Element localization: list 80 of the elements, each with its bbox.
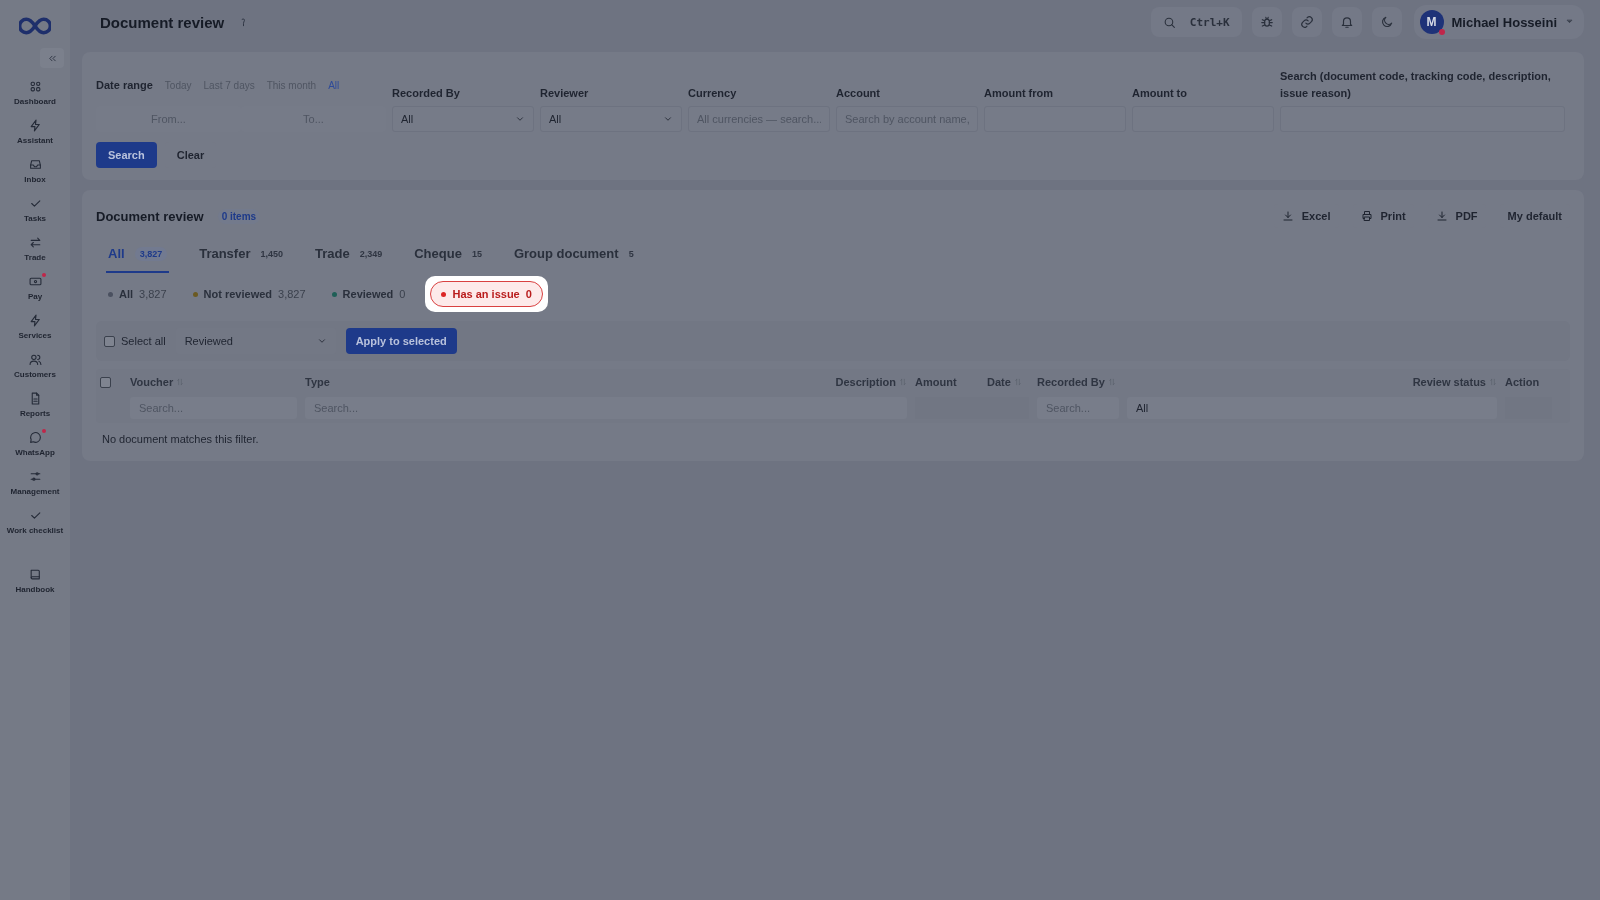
chevron-down-icon (663, 114, 673, 124)
arrows-icon (28, 236, 42, 249)
column-header[interactable]: Review status (1123, 376, 1501, 388)
lightning-icon (28, 314, 42, 327)
user-menu[interactable]: M Michael Hosseini (1413, 5, 1584, 39)
search-icon (1162, 15, 1176, 29)
link-icon (1299, 15, 1314, 29)
sidebar-item[interactable]: Assistant (2, 115, 68, 149)
sidebar-item[interactable]: Tasks (2, 193, 68, 227)
sidebar-item[interactable]: Inbox (2, 154, 68, 188)
moon-icon (1379, 15, 1394, 29)
tab[interactable]: Group document 5 (511, 240, 636, 273)
column-header[interactable]: Type (301, 376, 811, 388)
banknote-icon (28, 275, 42, 288)
search-button[interactable]: Search (96, 142, 157, 168)
printer-icon (1360, 210, 1373, 222)
select-all-checkbox[interactable]: Select all (104, 335, 166, 347)
field-label: Recorded By (392, 86, 461, 101)
tab[interactable]: Trade 2,349 (313, 240, 385, 273)
checkbox[interactable] (100, 376, 111, 388)
sidebar-item[interactable]: Services (2, 310, 68, 344)
sidebar-item[interactable]: Trade (2, 232, 68, 266)
field-label: Amount to (1132, 86, 1188, 101)
moon-button[interactable] (1371, 7, 1402, 37)
bug-icon (1259, 15, 1274, 29)
field-label: Currency (688, 86, 738, 101)
check-icon (28, 509, 42, 522)
tab[interactable]: Transfer 1,450 (197, 240, 285, 273)
collapse-icon[interactable] (40, 48, 64, 68)
chevron-down-icon (515, 114, 525, 124)
check-icon (28, 197, 42, 210)
column-header[interactable]: Date (983, 376, 1033, 388)
sidebar-item[interactable]: Dashboard (2, 76, 68, 110)
field-label: Date range (96, 77, 153, 93)
chat-bubble-icon (28, 431, 42, 444)
book-icon (28, 568, 42, 581)
sidebar-item[interactable]: Customers (2, 349, 68, 383)
grid-icon (28, 80, 42, 93)
filter-chip[interactable]: Not reviewed 3,827 (186, 284, 312, 304)
sidebar-item[interactable]: WhatsApp (2, 427, 68, 461)
date-preset[interactable]: All (328, 79, 340, 91)
filter-chip[interactable]: All 3,827 (102, 284, 173, 304)
sidebar-item[interactable]: Reports (2, 388, 68, 422)
link-button[interactable] (1291, 7, 1322, 37)
select-field[interactable]: All (540, 106, 682, 132)
empty-message: No document matches this filter. (101, 432, 260, 447)
chevron-down-icon (316, 336, 327, 346)
search-button[interactable]: Ctrl+K (1150, 7, 1242, 37)
bell-icon (1339, 15, 1354, 29)
avatar: M (1419, 10, 1444, 34)
download-icon (1435, 210, 1448, 222)
sliders-icon (28, 470, 42, 483)
lightning-icon (28, 119, 42, 132)
apply-button[interactable]: Apply to selected (345, 328, 457, 354)
column-header[interactable]: Voucher (126, 376, 301, 388)
column-header[interactable]: Recorded By (1033, 376, 1123, 388)
field-label: Reviewer (540, 86, 590, 101)
column-header[interactable]: Amount (911, 376, 983, 388)
bug-button[interactable] (1251, 7, 1282, 37)
count-badge: 0 items (217, 208, 261, 224)
bell-button[interactable] (1331, 7, 1362, 37)
select-field[interactable]: All (1127, 397, 1497, 419)
select-field[interactable]: All (392, 106, 534, 132)
inbox-icon (28, 158, 42, 171)
sidebar-item[interactable]: Handbook (2, 564, 68, 598)
users-icon (28, 353, 42, 366)
tab[interactable]: All 3,827 (106, 240, 170, 273)
field-label: Amount from (984, 86, 1055, 101)
column-header[interactable]: Description (811, 376, 911, 388)
filter-chip[interactable]: Has an issue 0 (425, 276, 548, 312)
sidebar-item[interactable]: Work checklist (2, 505, 68, 539)
page-title: Document review (100, 13, 225, 31)
section-title: Document review (96, 208, 204, 224)
sidebar-item[interactable]: Pay (2, 271, 68, 305)
field-label: Search (document code, tracking code, description, issue reason) (1280, 69, 1552, 101)
download-icon (1281, 210, 1294, 222)
column-header[interactable]: Action (1501, 376, 1556, 388)
tab[interactable]: Cheque 15 (412, 240, 484, 273)
field-label: Account (836, 86, 881, 101)
sidebar-item[interactable]: Management (2, 466, 68, 500)
